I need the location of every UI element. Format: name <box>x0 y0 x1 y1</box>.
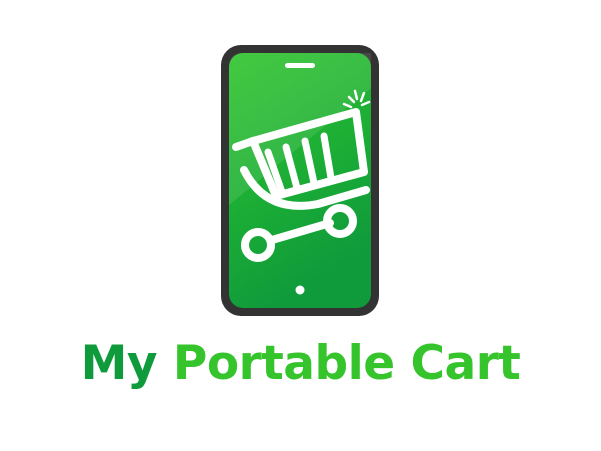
brand-name-portable-cart: Portable Cart <box>172 336 521 391</box>
smartphone-icon <box>221 45 379 316</box>
brand-name-my: My <box>80 336 158 391</box>
brand-wordmark: My Portable Cart <box>0 334 601 394</box>
